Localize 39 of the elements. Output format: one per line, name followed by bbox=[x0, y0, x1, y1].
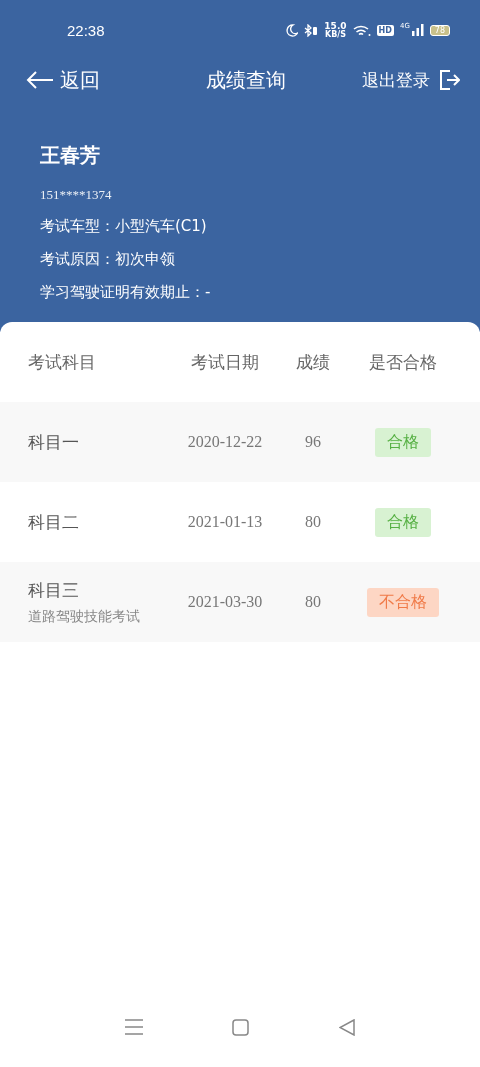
logout-icon bbox=[438, 69, 460, 91]
logout-button[interactable]: 退出登录 bbox=[362, 68, 460, 92]
phone-number: 151****1374 bbox=[40, 187, 113, 203]
subject-description: 道路驾驶技能考试 bbox=[28, 607, 141, 626]
hd-badge: HD bbox=[376, 24, 394, 36]
page-title: 成绩查询 bbox=[206, 66, 286, 94]
moon-icon bbox=[286, 23, 299, 37]
user-name: 王春芳 bbox=[40, 142, 101, 169]
menu-icon[interactable] bbox=[124, 1019, 143, 1035]
wifi-icon bbox=[352, 23, 371, 37]
status-time: 22:38 bbox=[67, 21, 105, 39]
home-icon[interactable] bbox=[232, 1018, 250, 1036]
speed-value: 15.0 bbox=[324, 21, 347, 31]
subject-name: 科目一 bbox=[28, 430, 80, 454]
exam-score: 80 bbox=[304, 593, 322, 611]
signal-icon bbox=[411, 24, 424, 36]
info-line: 学习驾驶证明有效期止：- bbox=[40, 283, 212, 302]
column-header: 考试科目 bbox=[27, 350, 97, 374]
result-tag: 不合格 bbox=[366, 587, 439, 617]
bluetooth-icon bbox=[304, 23, 319, 37]
exam-date: 2021-03-30 bbox=[186, 593, 264, 611]
battery-indicator: 78 bbox=[429, 24, 450, 36]
column-header: 考试日期 bbox=[190, 350, 260, 374]
back-button[interactable]: 返回 bbox=[26, 66, 100, 94]
back-arrow-icon bbox=[26, 70, 54, 90]
exam-score: 96 bbox=[304, 433, 322, 451]
result-tag: 合格 bbox=[374, 507, 431, 537]
info-line: 考试原因：初次申领 bbox=[40, 250, 176, 269]
exam-date: 2020-12-22 bbox=[186, 433, 264, 451]
exam-score: 80 bbox=[304, 513, 322, 531]
subject-name: 科目二 bbox=[28, 510, 80, 534]
info-line: 考试车型：小型汽车(C1) bbox=[40, 217, 208, 236]
exam-date: 2021-01-13 bbox=[186, 513, 264, 531]
result-tag: 合格 bbox=[374, 427, 431, 457]
back-icon[interactable] bbox=[339, 1018, 356, 1036]
speed-unit: KB/S bbox=[324, 30, 346, 39]
subject-name: 科目三 bbox=[28, 578, 80, 602]
column-header: 成绩 bbox=[295, 350, 331, 374]
column-header: 是否合格 bbox=[367, 350, 438, 374]
